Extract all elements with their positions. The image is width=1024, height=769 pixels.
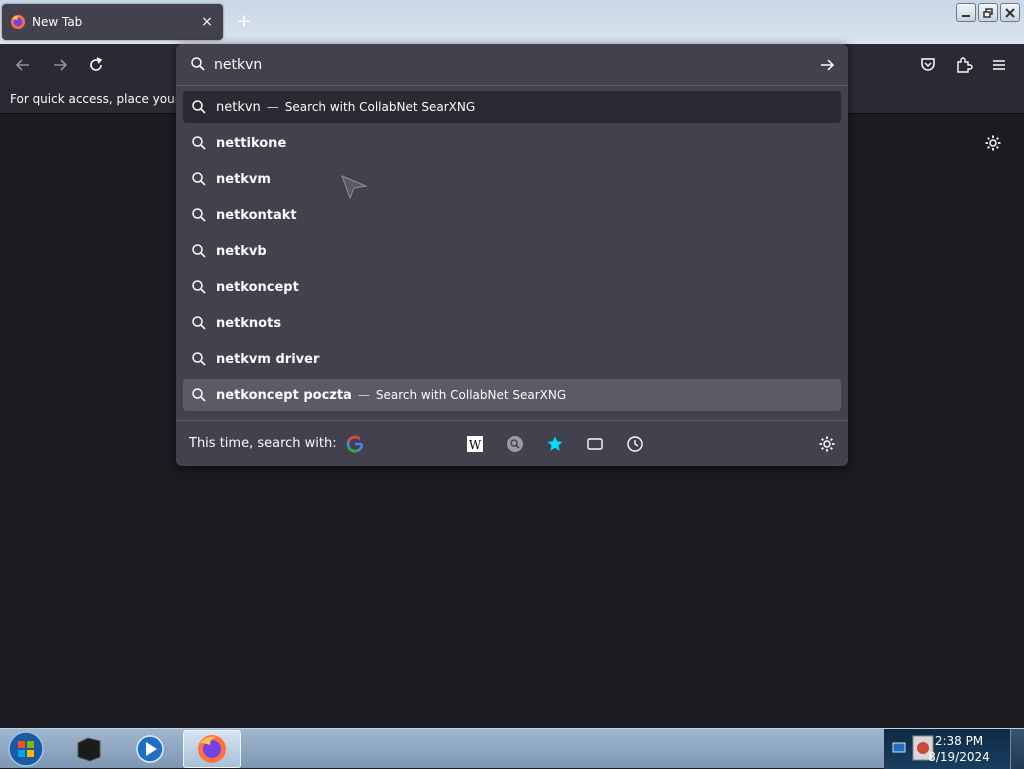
suggestion-text: netkvm driver (216, 351, 320, 367)
suggestion-text: netkoncept (216, 279, 299, 295)
search-icon (191, 57, 205, 71)
suggestion-row[interactable]: netkvn — Search with CollabNet SearXNG (183, 91, 841, 123)
media-player-icon (136, 735, 164, 763)
suggestion-text: netknots (216, 315, 282, 331)
minimize-icon (962, 14, 970, 17)
search-icon (192, 208, 206, 222)
suggestion-list: netkvn — Search with CollabNet SearXNG nett… (183, 91, 841, 415)
system-tray: 2:38 PM 8/19/2024 (884, 729, 1024, 769)
suggestion-text: nettikone (216, 135, 287, 151)
start-button-icon[interactable] (6, 730, 46, 768)
taskbar: 2:38 PM 8/19/2024 (0, 728, 1024, 769)
taskbar-app-media-player[interactable] (121, 730, 179, 768)
back-arrow-icon[interactable] (14, 56, 32, 74)
taskbar-app-firefox[interactable] (183, 730, 241, 768)
urlbar-input[interactable] (214, 53, 774, 77)
go-arrow-icon[interactable] (818, 56, 836, 74)
new-tab-button[interactable]: + (234, 10, 254, 34)
suggestion-row[interactable]: netkontakt (183, 199, 841, 231)
suggestion-row[interactable]: netkoncept poczta — Search with CollabNet … (183, 379, 841, 411)
search-icon (192, 388, 206, 402)
google-icon[interactable] (346, 435, 364, 453)
suggestion-separator: — (266, 100, 279, 114)
suggestion-action: Search with CollabNet SearXNG (375, 388, 567, 402)
window-controls (956, 3, 1020, 22)
urlbar-popup: netkvn — Search with CollabNet SearXNG nett… (176, 44, 848, 466)
mouse-cursor-icon (341, 175, 368, 200)
search-icon (192, 100, 206, 114)
network-icon[interactable] (890, 739, 908, 757)
show-desktop-button[interactable] (1010, 729, 1024, 769)
searxng-icon[interactable] (506, 435, 524, 453)
clock-time[interactable]: 2:38 PM (924, 734, 994, 748)
search-with-label: This time, search with: (189, 436, 337, 451)
suggestion-row[interactable]: nettikone (183, 127, 841, 159)
firefox-icon (11, 15, 25, 29)
bookmarks-empty-hint: For quick access, place your bookmarks h… (10, 92, 178, 106)
taskbar-app-terminal[interactable] (60, 730, 118, 768)
tab-title: New Tab (32, 15, 83, 29)
bookmarks-star-icon[interactable] (546, 435, 564, 453)
search-icon (192, 136, 206, 150)
search-settings-gear-icon[interactable] (818, 435, 836, 453)
search-icon (192, 172, 206, 186)
wikipedia-icon[interactable]: W (466, 435, 484, 453)
suggestion-text: netkvm (216, 171, 271, 187)
suggestion-text: netkoncept poczta (216, 387, 352, 403)
reload-icon[interactable] (87, 56, 105, 74)
search-icon (192, 244, 206, 258)
menu-icon[interactable] (990, 56, 1008, 74)
svg-text:W: W (469, 438, 482, 452)
urlbar-input-row (176, 44, 848, 86)
tab-new-tab[interactable]: New Tab × (2, 4, 223, 40)
restore-icon (983, 7, 993, 18)
suggestion-row[interactable]: netkvb (183, 235, 841, 267)
title-bar: New Tab × + (0, 0, 1024, 44)
tab-close-button[interactable]: × (199, 14, 215, 30)
suggestion-separator: — (357, 388, 370, 402)
suggestion-text: netkontakt (216, 207, 297, 223)
clock-date[interactable]: 8/19/2024 (924, 750, 994, 764)
suggestion-text: netkvb (216, 243, 267, 259)
history-icon[interactable] (626, 435, 644, 453)
firefox-icon (198, 735, 226, 763)
suggestion-text: netkvn (216, 99, 261, 115)
gear-icon[interactable] (984, 134, 1002, 152)
suggestion-row[interactable]: netkvm driver (183, 343, 841, 375)
forward-arrow-icon[interactable] (51, 56, 69, 74)
search-icon (192, 280, 206, 294)
suggestion-row[interactable]: netknots (183, 307, 841, 339)
close-window-button[interactable] (1000, 3, 1020, 22)
search-icon (192, 316, 206, 330)
close-icon (1005, 7, 1015, 18)
extensions-icon[interactable] (955, 56, 973, 74)
suggestion-action: Search with CollabNet SearXNG (284, 100, 476, 114)
search-icon (192, 352, 206, 366)
suggestion-row[interactable]: netkvm (183, 163, 841, 195)
terminal-icon (77, 737, 101, 762)
minimize-button[interactable] (956, 3, 976, 22)
pocket-icon[interactable] (919, 56, 937, 74)
restore-button[interactable] (978, 3, 998, 22)
suggestion-row[interactable]: netkoncept (183, 271, 841, 303)
one-off-search-row: This time, search with: W (176, 420, 848, 466)
tabs-icon[interactable] (586, 435, 604, 453)
